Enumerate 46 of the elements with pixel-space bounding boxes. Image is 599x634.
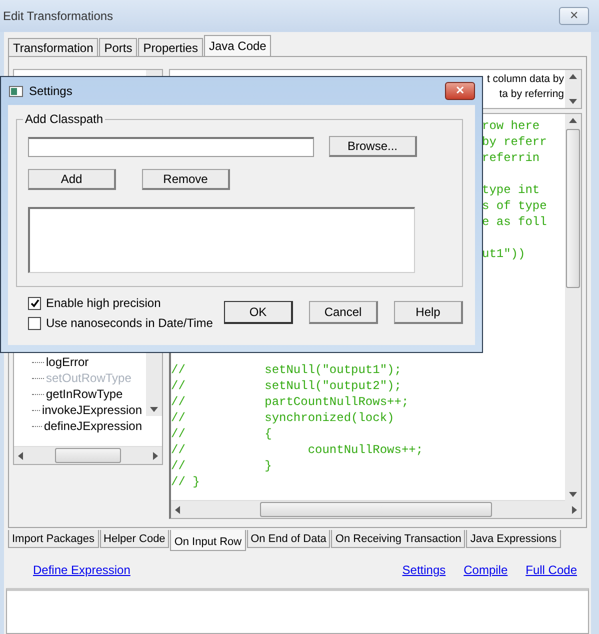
code-line: s of type xyxy=(482,199,547,213)
link[interactable]: Settings xyxy=(402,563,446,577)
code-line: // setNull("output1"); xyxy=(171,363,402,377)
code-line: row here xyxy=(482,119,540,133)
code-line: // } xyxy=(171,475,200,489)
tab[interactable]: On Input Row xyxy=(170,530,246,551)
code-line: type int xyxy=(482,183,540,197)
code-line: // } xyxy=(171,459,272,473)
close-button[interactable]: ✕ xyxy=(559,7,589,25)
description-text: ta by referring xyxy=(499,87,564,102)
remove-button[interactable]: Remove xyxy=(142,169,230,190)
tab[interactable]: Import Packages xyxy=(8,530,99,548)
tab[interactable]: On Receiving Transaction xyxy=(331,530,466,548)
code-line: ut1")) xyxy=(482,247,526,261)
define-expression-link[interactable]: Define Expression xyxy=(33,563,130,577)
tab[interactable]: Ports xyxy=(99,38,138,56)
add-button[interactable]: Add xyxy=(28,169,116,190)
tree-item[interactable]: invokeJExpression xyxy=(42,403,142,417)
group-title: Add Classpath xyxy=(23,112,106,126)
link[interactable]: Compile xyxy=(464,563,508,577)
dialog-button[interactable]: Help xyxy=(394,301,463,324)
link[interactable]: Full Code xyxy=(526,563,577,577)
tree-item[interactable]: logError xyxy=(46,355,89,369)
tab[interactable]: Java Code xyxy=(204,35,272,56)
code-line: // { xyxy=(171,427,272,441)
tree-item[interactable]: defineJExpression xyxy=(44,419,142,433)
code-line: // setNull("output2"); xyxy=(171,379,402,393)
window-title: Edit Transformations xyxy=(3,9,114,23)
dialog-title: Settings xyxy=(29,84,72,98)
checkbox-label: Enable high precision xyxy=(46,296,161,310)
tab[interactable]: Properties xyxy=(138,38,203,56)
code-line: by referr xyxy=(482,135,547,149)
code-line: // countNullRows++; xyxy=(171,443,424,457)
code-line: e as foll xyxy=(482,215,547,229)
browse-button[interactable]: Browse... xyxy=(329,136,417,157)
code-line: referrin xyxy=(482,151,540,165)
tab[interactable]: Transformation xyxy=(8,38,98,56)
dialog-button[interactable]: OK xyxy=(224,301,293,324)
tab[interactable]: Java Expressions xyxy=(466,530,561,548)
code-line: // synchronized(lock) xyxy=(171,411,394,425)
description-text: t column data by xyxy=(486,72,564,87)
tree-item[interactable]: getInRowType xyxy=(46,387,123,401)
dialog-button[interactable]: Cancel xyxy=(309,301,378,324)
tab[interactable]: Helper Code xyxy=(100,530,170,548)
code-line: // partCountNullRows++; xyxy=(171,395,409,409)
tab[interactable]: On End of Data xyxy=(246,530,330,548)
